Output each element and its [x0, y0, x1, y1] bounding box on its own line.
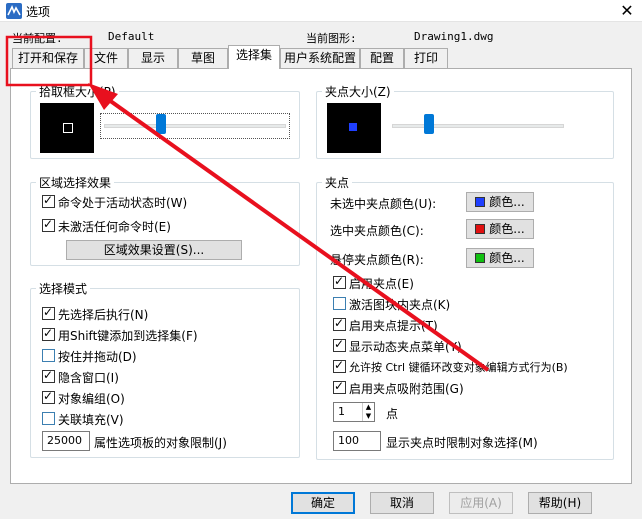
color-button-label: 颜色... [489, 222, 525, 236]
object-grouping-checkbox[interactable] [42, 389, 55, 404]
pickbox-square-icon [63, 123, 73, 133]
implied-window-checkbox[interactable] [42, 368, 55, 383]
close-icon[interactable]: ✕ [612, 0, 642, 22]
grip-snap-range-label: 启用夹点吸附范围(G) [349, 382, 464, 396]
grip-tips-label: 启用夹点提示(T) [349, 319, 438, 333]
pickbox-slider-track [104, 124, 286, 128]
pickbox-label: 拾取框大小(P) [36, 83, 119, 100]
tab-files[interactable]: 文件 [84, 48, 128, 68]
window-title: 选项 [26, 5, 51, 19]
noun-verb-label: 先选择后执行(N) [58, 308, 149, 322]
tab-profiles[interactable]: 配置 [360, 48, 404, 68]
area-effect-label: 区域选择效果 [36, 174, 115, 191]
hover-grip-color-label: 悬停夹点颜色(R): [330, 253, 424, 267]
title-bar [0, 0, 642, 22]
grip-size-label: 夹点大小(Z) [322, 83, 394, 100]
shift-add-checkbox[interactable] [42, 326, 55, 341]
profile-value: Default [108, 30, 155, 43]
color-swatch-icon [475, 253, 486, 263]
tab-plot[interactable]: 打印 [404, 48, 448, 68]
color-button-label: 颜色... [489, 251, 525, 265]
grips-label: 夹点 [322, 174, 353, 191]
no-command-label: 未激活任何命令时(E) [58, 220, 171, 234]
unselected-grip-color-button[interactable]: 颜色... [466, 192, 534, 212]
property-limit-label: 属性选项板的对象限制(J) [94, 436, 227, 450]
no-command-checkbox[interactable] [42, 217, 55, 232]
grip-snap-unit-label: 点 [386, 407, 399, 421]
grip-square-icon [349, 123, 357, 131]
pickbox-slider-thumb[interactable] [155, 114, 166, 134]
implied-window-label: 隐含窗口(I) [58, 371, 119, 385]
unselected-grip-color-label: 未选中夹点颜色(U): [330, 197, 437, 211]
spinner-down-icon[interactable]: ▼ [362, 412, 374, 421]
associative-hatch-checkbox[interactable] [42, 412, 55, 425]
grip-snap-range-checkbox[interactable] [333, 379, 346, 394]
grips-in-blocks-label: 激活图块内夹点(K) [349, 298, 451, 312]
press-drag-label: 按住并拖动(D) [58, 350, 137, 364]
app-logo-icon [6, 3, 22, 19]
enable-grips-label: 启用夹点(E) [349, 277, 414, 291]
color-button-label: 颜色... [489, 195, 525, 209]
drawing-label: 当前图形: [306, 32, 357, 45]
drawing-value: Drawing1.dwg [414, 30, 494, 43]
area-effect-settings-button[interactable]: 区域效果设置(S)... [66, 240, 242, 260]
apply-button[interactable]: 应用(A) [449, 492, 513, 514]
grip-size-slider-track[interactable] [392, 124, 564, 128]
ctrl-cycling-checkbox[interactable] [333, 358, 346, 373]
spinner-value: 1 [338, 405, 345, 418]
tab-selection[interactable]: 选择集 [228, 45, 280, 69]
tab-user-preferences[interactable]: 用户系统配置 [280, 48, 360, 68]
dynamic-grip-menu-checkbox[interactable] [333, 337, 346, 352]
grips-in-blocks-checkbox[interactable] [333, 297, 346, 310]
selected-grip-color-label: 选中夹点颜色(C): [330, 224, 424, 238]
property-limit-input[interactable]: 25000 [42, 431, 90, 451]
noun-verb-checkbox[interactable] [42, 305, 55, 320]
grip-object-limit-label: 显示夹点时限制对象选择(M) [386, 436, 538, 450]
associative-hatch-label: 关联填充(V) [58, 413, 124, 427]
selection-mode-label: 选择模式 [36, 280, 91, 297]
ctrl-cycling-label: 允许按 Ctrl 键循环改变对象编辑方式行为(B) [349, 361, 568, 374]
tab-display[interactable]: 显示 [128, 48, 178, 68]
object-grouping-label: 对象编组(O) [58, 392, 125, 406]
dynamic-grip-menu-label: 显示动态夹点菜单(Y) [349, 340, 462, 354]
grip-tips-checkbox[interactable] [333, 316, 346, 331]
cancel-button[interactable]: 取消 [370, 492, 434, 514]
grip-size-slider-thumb[interactable] [424, 114, 435, 134]
press-drag-checkbox[interactable] [42, 349, 55, 362]
selected-grip-color-button[interactable]: 颜色... [466, 219, 534, 239]
tab-drafting[interactable]: 草图 [178, 48, 228, 68]
help-button[interactable]: 帮助(H) [528, 492, 592, 514]
tab-open-save[interactable]: 打开和保存 [12, 48, 84, 68]
enable-grips-checkbox[interactable] [333, 274, 346, 289]
color-swatch-icon [475, 224, 486, 234]
grip-object-limit-input[interactable]: 100 [333, 431, 381, 451]
command-active-label: 命令处于活动状态时(W) [58, 196, 188, 210]
ok-button[interactable]: 确定 [291, 492, 355, 514]
color-swatch-icon [475, 197, 486, 207]
spinner-up-icon[interactable]: ▲ [362, 403, 374, 412]
hover-grip-color-button[interactable]: 颜色... [466, 248, 534, 268]
grip-snap-spinner[interactable]: 1 ▲ ▼ [333, 402, 375, 422]
command-active-checkbox[interactable] [42, 193, 55, 208]
profile-label: 当前配置: [12, 32, 63, 45]
shift-add-label: 用Shift键添加到选择集(F) [58, 329, 198, 343]
